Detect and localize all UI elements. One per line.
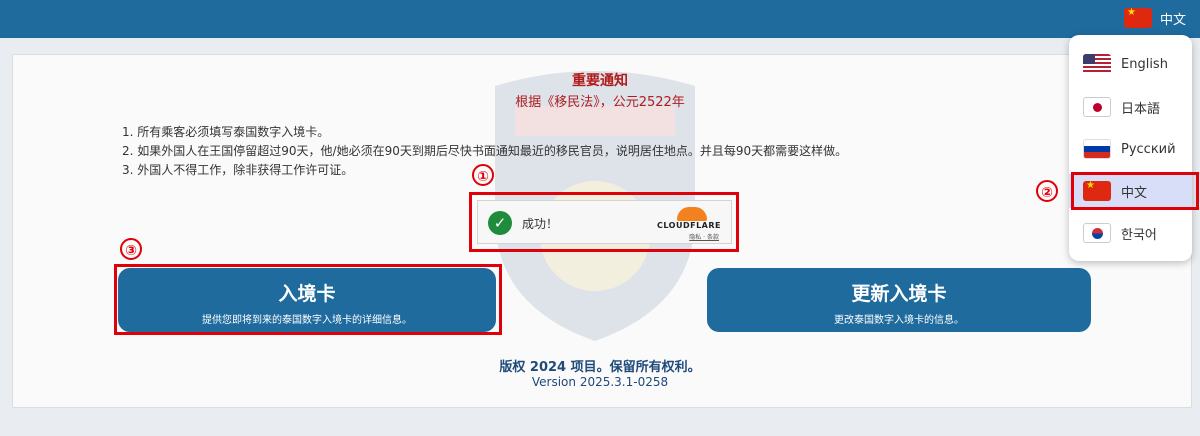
update-card-button[interactable]: 更新入境卡 更改泰国数字入境卡的信息。 <box>707 268 1091 332</box>
language-menu: English 日本語 Русский 中文 한국어 <box>1069 35 1192 261</box>
language-switcher[interactable]: 中文 <box>1123 6 1186 30</box>
language-label: Русский <box>1121 141 1176 157</box>
language-label: 日本語 <box>1121 101 1161 117</box>
language-label: English <box>1121 56 1168 72</box>
annotation-marker-3: ③ <box>120 238 142 260</box>
us-flag-icon <box>1083 54 1111 74</box>
highlight-box-arrival-card <box>114 264 502 335</box>
notice-title: 重要通知 <box>572 73 628 89</box>
language-option-japanese[interactable]: 日本語 <box>1069 90 1192 124</box>
language-option-english[interactable]: English <box>1069 47 1192 81</box>
annotation-marker-1: ① <box>472 164 494 186</box>
language-label: 한국어 <box>1121 227 1157 243</box>
version: Version 2025.3.1-0258 <box>531 375 669 389</box>
rule-item: 1. 所有乘客必须填写泰国数字入境卡。 <box>122 125 330 139</box>
korea-flag-icon <box>1083 223 1111 243</box>
highlight-box-captcha <box>469 192 739 252</box>
rule-item: 2. 如果外国人在王国停留超过90天，他/她必须在90天到期后尽快书面通知最近的… <box>122 144 848 158</box>
annotation-marker-2: ② <box>1036 180 1058 202</box>
russia-flag-icon <box>1083 139 1111 159</box>
update-card-subtitle: 更改泰国数字入境卡的信息。 <box>834 315 964 326</box>
update-card-title: 更新入境卡 <box>851 283 947 305</box>
language-option-russian[interactable]: Русский <box>1069 132 1192 166</box>
japan-flag-icon <box>1083 97 1111 117</box>
current-language-label: 中文 <box>1159 12 1186 28</box>
highlight-box-language <box>1071 172 1199 210</box>
top-bar: 中文 <box>0 0 1200 38</box>
notice-subtitle: 根据《移民法》，公元2522年 <box>515 95 685 110</box>
language-option-korean[interactable]: 한국어 <box>1069 216 1192 250</box>
china-flag-icon <box>1123 8 1152 28</box>
copyright: 版权 2024 项目。保留所有权利。 <box>499 360 701 375</box>
